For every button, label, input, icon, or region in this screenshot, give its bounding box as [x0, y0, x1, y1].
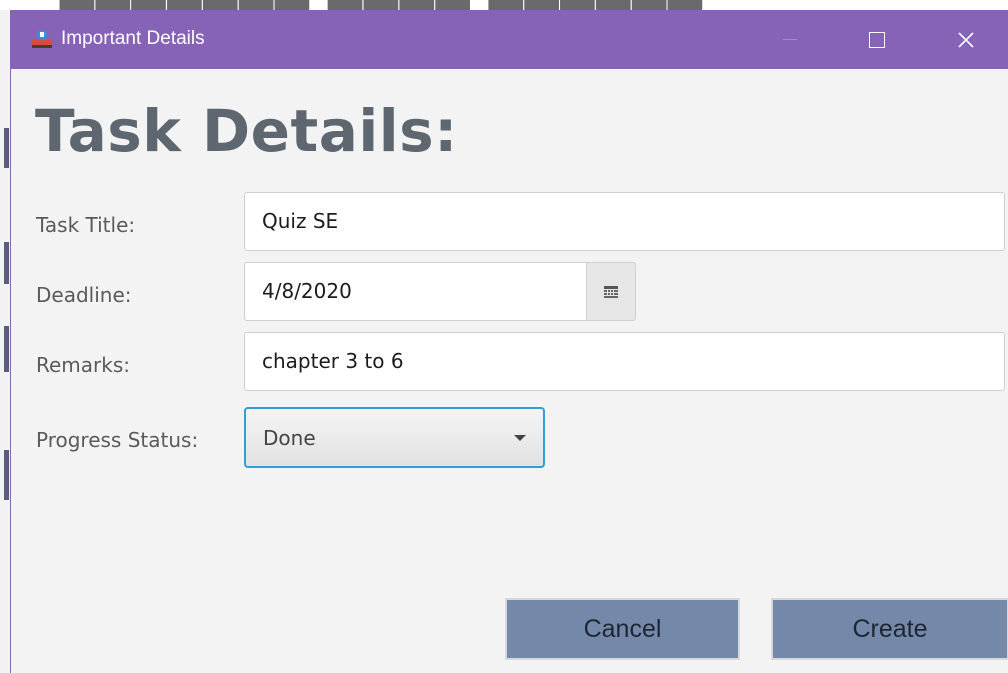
- dialog-window: Important Details Task Details: Task Tit…: [10, 10, 1008, 673]
- maximize-button[interactable]: [854, 10, 900, 69]
- minimize-icon: [783, 39, 797, 40]
- background-window-edge: [0, 10, 10, 673]
- calendar-icon: [604, 285, 618, 298]
- title-bar[interactable]: Important Details: [11, 10, 1008, 69]
- close-icon: [958, 31, 974, 48]
- edge-mark: [4, 242, 9, 284]
- deadline-value: 4/8/2020: [262, 279, 352, 303]
- page-title: Task Details:: [35, 97, 458, 165]
- deadline-input[interactable]: 4/8/2020: [244, 262, 587, 321]
- edge-mark: [4, 128, 9, 168]
- close-button[interactable]: [943, 10, 989, 69]
- progress-status-label: Progress Status:: [36, 428, 199, 452]
- minimize-button[interactable]: [767, 10, 813, 69]
- maximize-icon: [869, 31, 885, 48]
- date-picker-button[interactable]: [586, 262, 636, 321]
- cancel-button[interactable]: Cancel: [505, 598, 740, 660]
- remarks-value: chapter 3 to 6: [262, 349, 404, 373]
- task-title-input[interactable]: Quiz SE: [244, 192, 1005, 251]
- edge-mark: [4, 326, 9, 372]
- background-window: ▄▄▄▄▄▄▄ ▄▄▄▄ ▄▄▄▄▄▄: [0, 0, 1008, 10]
- task-title-label: Task Title:: [36, 213, 136, 237]
- task-title-value: Quiz SE: [262, 209, 339, 233]
- create-button[interactable]: Create: [771, 598, 1008, 660]
- deadline-label: Deadline:: [36, 283, 132, 307]
- progress-status-value: Done: [263, 426, 316, 450]
- edge-mark: [4, 450, 9, 500]
- progress-status-dropdown[interactable]: Done: [244, 407, 545, 468]
- window-title: Important Details: [61, 28, 205, 49]
- background-text-fragment: ▄▄▄▄▄▄▄ ▄▄▄▄ ▄▄▄▄▄▄: [60, 0, 704, 10]
- remarks-label: Remarks:: [36, 353, 131, 377]
- remarks-input[interactable]: chapter 3 to 6: [244, 332, 1005, 391]
- app-logo-icon: [30, 27, 54, 51]
- chevron-down-icon: [514, 435, 526, 441]
